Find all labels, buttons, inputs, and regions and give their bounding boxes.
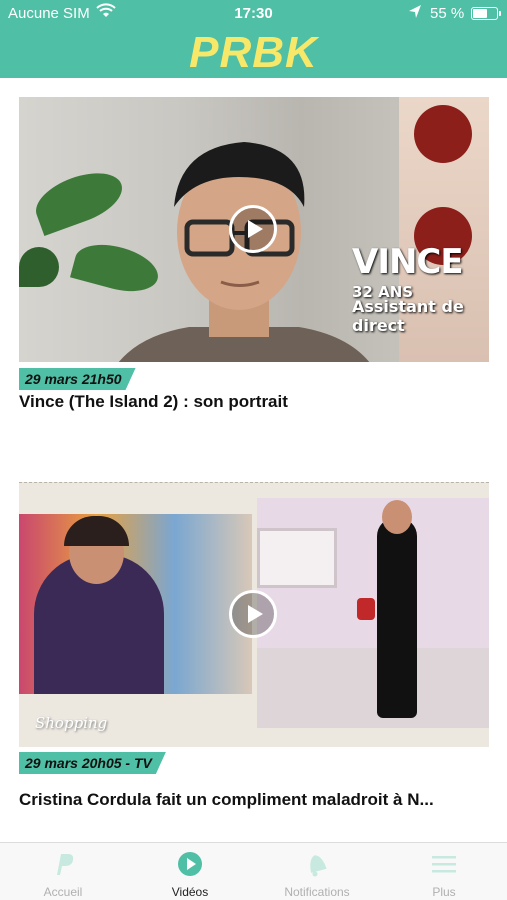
tab-bar: Accueil Vidéos Notifications Plus	[0, 842, 507, 900]
studio-scene	[19, 514, 252, 694]
video-title[interactable]: Vince (The Island 2) : son portrait	[19, 392, 288, 412]
presenter-hair	[64, 516, 129, 546]
play-icon	[248, 220, 263, 238]
video-card[interactable]: VINCE 32 ANS Assistant de direct 29 mars…	[19, 97, 489, 411]
leaf-decoration	[19, 247, 59, 287]
date-tag: 29 mars 20h05 - TV	[19, 752, 166, 774]
tab-label: Accueil	[43, 885, 83, 899]
overlay-name: VINCE	[352, 242, 464, 282]
prbk-logo-icon	[57, 854, 74, 875]
battery-percentage: 55 %	[430, 5, 465, 22]
bell-icon	[310, 855, 327, 877]
app-logo[interactable]: PRBK	[0, 28, 507, 78]
handbag	[357, 598, 375, 620]
video-thumbnail[interactable]: Shopping	[19, 482, 489, 747]
tab-accueil[interactable]: Accueil	[0, 843, 126, 900]
tab-label: Vidéos	[171, 885, 209, 899]
play-button[interactable]	[229, 590, 277, 638]
play-icon	[248, 605, 263, 623]
room-scene	[257, 498, 489, 728]
menu-icon	[432, 856, 456, 873]
app-header: Aucune SIM 17:30 55 % PRBK	[0, 0, 507, 78]
window	[257, 528, 337, 588]
thumbnail-border	[19, 482, 489, 484]
play-circle-icon	[178, 852, 202, 876]
overlay-role: Assistant de direct	[352, 297, 464, 335]
video-thumbnail[interactable]: VINCE 32 ANS Assistant de direct	[19, 97, 489, 362]
battery-icon	[471, 7, 501, 20]
floor	[257, 648, 489, 728]
tab-label: Plus	[432, 885, 456, 899]
play-button[interactable]	[229, 205, 277, 253]
show-logo: Shopping	[35, 714, 108, 732]
date-tag: 29 mars 21h50	[19, 368, 136, 390]
location-arrow-icon	[408, 4, 422, 24]
tab-videos[interactable]: Vidéos	[127, 843, 253, 900]
video-title[interactable]: Cristina Cordula fait un compliment mala…	[19, 790, 434, 810]
video-caption-overlay: VINCE 32 ANS Assistant de direct	[352, 242, 489, 335]
tab-label: Notifications	[284, 885, 350, 899]
tab-plus[interactable]: Plus	[381, 843, 507, 900]
model-figure	[377, 518, 417, 718]
video-card[interactable]: Shopping 29 mars 20h05 - TV Cristina Cor…	[19, 482, 489, 809]
status-bar: Aucune SIM 17:30 55 %	[0, 0, 507, 28]
model-head	[382, 500, 412, 534]
tab-notifications[interactable]: Notifications	[254, 843, 380, 900]
